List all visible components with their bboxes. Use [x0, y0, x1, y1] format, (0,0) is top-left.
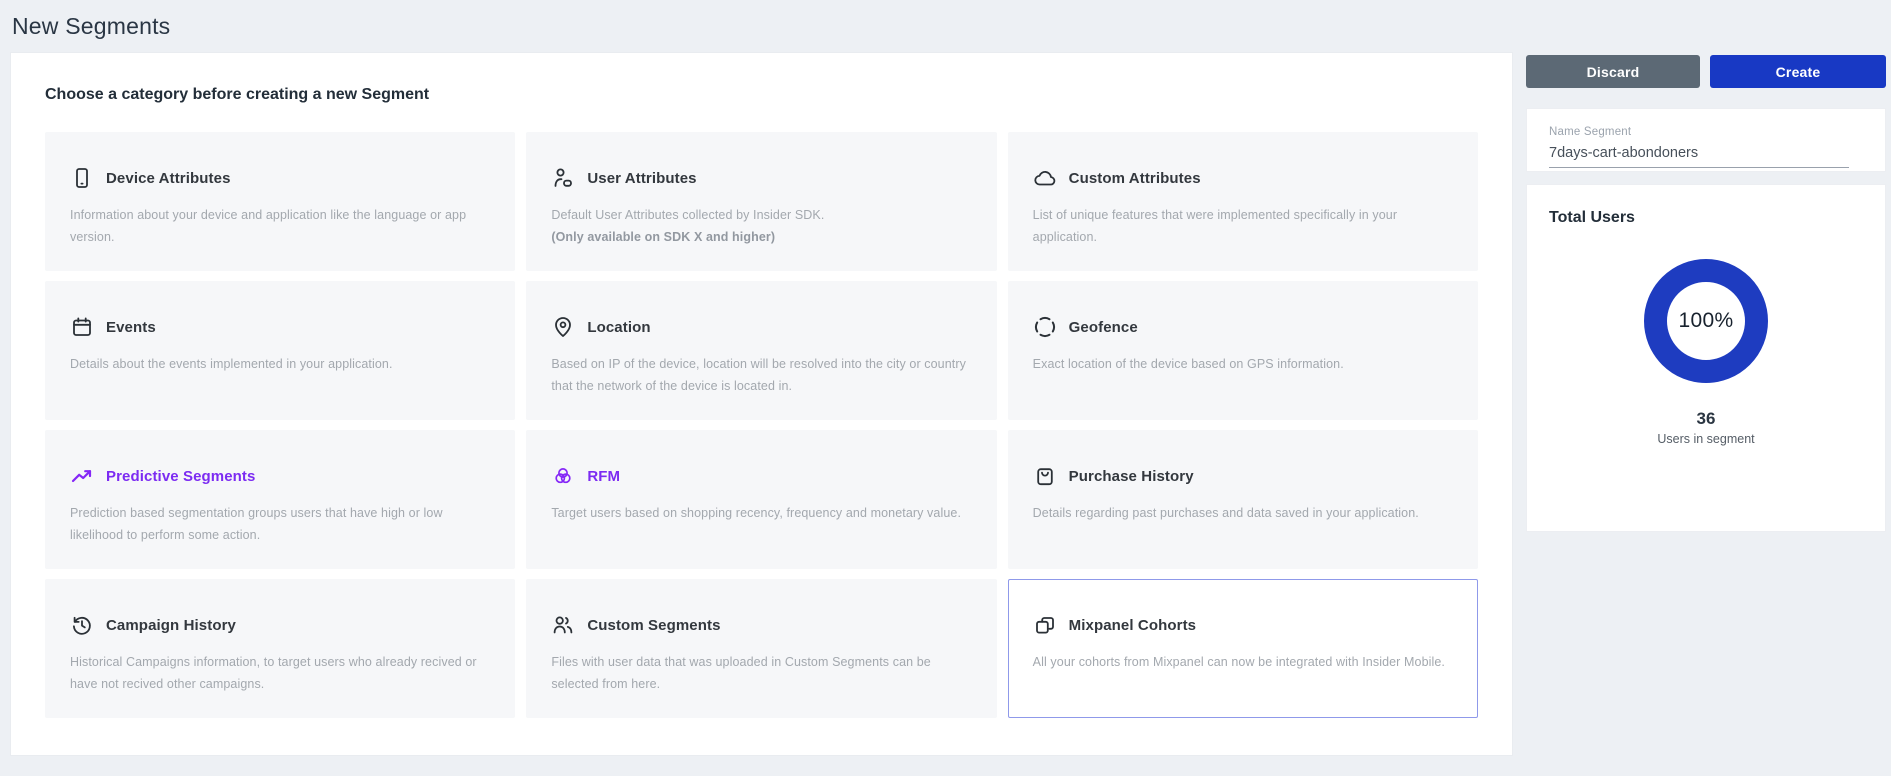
category-card-predictive-segments[interactable]: Predictive Segments Prediction based segm… [45, 430, 515, 569]
cloud-icon [1033, 166, 1057, 190]
tablet-icon [70, 166, 94, 190]
category-card-device-attributes[interactable]: Device Attributes Information about your … [45, 132, 515, 271]
cohorts-overlap-icon [1033, 613, 1057, 637]
category-title: Campaign History [106, 617, 236, 634]
category-title: Device Attributes [106, 170, 231, 187]
category-card-custom-segments[interactable]: Custom Segments Files with user data that… [526, 579, 996, 718]
category-description: Default User Attributes collected by Ins… [551, 205, 971, 249]
category-card-header: Mixpanel Cohorts [1033, 612, 1453, 638]
category-card-custom-attributes[interactable]: Custom Attributes List of unique features… [1008, 132, 1478, 271]
history-clock-icon [70, 613, 94, 637]
donut-percent-label: 100% [1679, 309, 1734, 333]
users-count-caption: Users in segment [1549, 432, 1863, 446]
section-heading: Choose a category before creating a new … [45, 86, 1512, 104]
category-description: Files with user data that was uploaded i… [551, 652, 971, 696]
category-card-header: User Attributes [551, 165, 971, 191]
category-card-user-attributes[interactable]: User Attributes Default User Attributes c… [526, 132, 996, 271]
category-card-header: Device Attributes [70, 165, 490, 191]
name-segment-card: Name Segment [1526, 108, 1886, 172]
shopping-bag-icon [1033, 464, 1057, 488]
category-card-header: Custom Segments [551, 612, 971, 638]
category-card-mixpanel-cohorts[interactable]: Mixpanel Cohorts All your cohorts from Mi… [1008, 579, 1478, 718]
category-title: Geofence [1069, 319, 1138, 336]
name-segment-input[interactable] [1549, 145, 1849, 168]
discard-button[interactable]: Discard [1526, 55, 1700, 88]
category-description: All your cohorts from Mixpanel can now b… [1033, 652, 1453, 674]
category-card-header: Purchase History [1033, 463, 1453, 489]
venn-icon [551, 464, 575, 488]
category-title: Predictive Segments [106, 468, 255, 485]
category-description: Prediction based segmentation groups use… [70, 503, 490, 547]
category-card-location[interactable]: Location Based on IP of the device, locat… [526, 281, 996, 420]
category-description: Details regarding past purchases and dat… [1033, 503, 1453, 525]
user-badge-icon [551, 166, 575, 190]
category-card-header: Campaign History [70, 612, 490, 638]
category-card-purchase-history[interactable]: Purchase History Details regarding past p… [1008, 430, 1478, 569]
category-title: RFM [587, 468, 620, 485]
category-card-header: Predictive Segments [70, 463, 490, 489]
trend-up-icon [70, 464, 94, 488]
name-segment-label: Name Segment [1549, 126, 1849, 138]
category-card-header: RFM [551, 463, 971, 489]
category-card-campaign-history[interactable]: Campaign History Historical Campaigns inf… [45, 579, 515, 718]
category-card-header: Geofence [1033, 314, 1453, 340]
category-description: List of unique features that were implem… [1033, 205, 1453, 249]
map-pin-icon [551, 315, 575, 339]
category-description: Historical Campaigns information, to tar… [70, 652, 490, 696]
action-buttons: Discard Create [1526, 55, 1886, 88]
create-button[interactable]: Create [1710, 55, 1886, 88]
category-description: Target users based on shopping recency, … [551, 503, 971, 525]
category-description: Based on IP of the device, location will… [551, 354, 971, 398]
category-title: User Attributes [587, 170, 696, 187]
category-card-events[interactable]: Events Details about the events implement… [45, 281, 515, 420]
total-users-card: Total Users 100% 36 Users in segment [1526, 184, 1886, 532]
category-title: Location [587, 319, 650, 336]
category-description: Details about the events implemented in … [70, 354, 490, 376]
category-description: Exact location of the device based on GP… [1033, 354, 1453, 376]
category-card-rfm[interactable]: RFM Target users based on shopping recenc… [526, 430, 996, 569]
category-title: Events [106, 319, 156, 336]
category-title: Purchase History [1069, 468, 1194, 485]
category-description-note: (Only available on SDK X and higher) [551, 227, 971, 249]
category-grid: Device Attributes Information about your … [45, 132, 1478, 718]
category-description: Information about your device and applic… [70, 205, 490, 249]
category-card-header: Custom Attributes [1033, 165, 1453, 191]
page-title: New Segments [12, 13, 170, 40]
category-panel: Choose a category before creating a new … [10, 52, 1513, 756]
category-card-header: Location [551, 314, 971, 340]
calendar-icon [70, 315, 94, 339]
users-count: 36 [1549, 409, 1863, 429]
category-card-geofence[interactable]: Geofence Exact location of the device bas… [1008, 281, 1478, 420]
people-icon [551, 613, 575, 637]
crosshair-icon [1033, 315, 1057, 339]
sidebar: Discard Create Name Segment Total Users … [1526, 55, 1886, 532]
total-users-title: Total Users [1549, 209, 1863, 227]
category-title: Custom Segments [587, 617, 720, 634]
total-users-donut-chart: 100% [1644, 259, 1768, 383]
category-title: Custom Attributes [1069, 170, 1201, 187]
category-card-header: Events [70, 314, 490, 340]
category-title: Mixpanel Cohorts [1069, 617, 1196, 634]
